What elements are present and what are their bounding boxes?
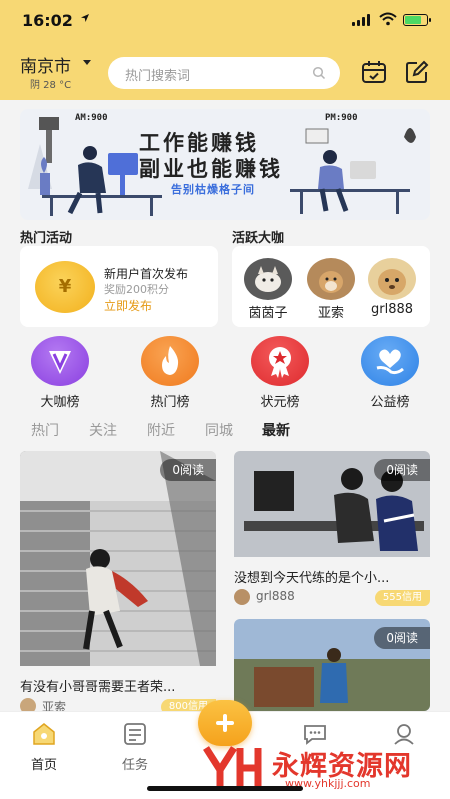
edit-icon[interactable] [404, 60, 430, 84]
post-image [20, 451, 216, 666]
post-author: grl888 [256, 589, 295, 603]
calendar-icon[interactable] [361, 60, 387, 84]
expert-name: grl888 [370, 302, 414, 317]
active-experts-title: 活跃大咖 [232, 231, 285, 246]
expert-name: 茵茵子 [248, 306, 288, 321]
post-card[interactable]: 0阅读 没想到今天代练的是个小... grl888 555信用 [234, 451, 430, 606]
caret-down-icon[interactable] [83, 60, 91, 65]
wifi-icon [379, 12, 397, 26]
banner-pm-label: PM:900 [325, 113, 358, 123]
expert-user[interactable]: 亚索 [305, 258, 357, 321]
rank-label: 状元榜 [260, 395, 300, 410]
expert-user[interactable]: grl888 [366, 258, 418, 317]
banner-am-label: AM:900 [75, 113, 108, 123]
heart-hand-icon [361, 336, 419, 386]
active-experts-card: 茵茵子 亚索 grl888 [232, 246, 430, 327]
avatar [368, 258, 416, 300]
publish-now-link[interactable]: 立即发布 [104, 297, 152, 314]
tab-following[interactable]: 关注 [89, 420, 117, 440]
new-user-activity-card[interactable]: ¥ 新用户首次发布 奖励200积分 立即发布 [20, 246, 218, 327]
tab-nearby[interactable]: 附近 [147, 420, 175, 440]
rank-charity-button[interactable]: 公益榜 [358, 336, 422, 410]
flame-icon [141, 336, 199, 386]
city-selector[interactable]: 南京市 [20, 52, 71, 77]
author-avatar [234, 589, 250, 605]
status-time: 16:02 [22, 11, 73, 30]
create-post-button[interactable] [198, 700, 252, 746]
rank-label: 大咖榜 [40, 395, 80, 410]
expert-name: 亚索 [317, 306, 344, 321]
task-icon [124, 723, 146, 745]
home-icon [33, 723, 55, 745]
message-icon [304, 725, 326, 745]
watermark-logo [203, 746, 262, 790]
location-arrow-icon [81, 14, 89, 22]
read-count: 0阅读 [374, 459, 430, 481]
coin-icon: ¥ [35, 261, 95, 313]
rank-champion-button[interactable]: 状元榜 [248, 336, 312, 410]
read-count: 0阅读 [160, 459, 216, 481]
credit-badge: 555信用 [374, 590, 430, 606]
activity-title: 新用户首次发布 [104, 267, 189, 281]
nav-label: 首页 [30, 758, 57, 773]
post-title: 没想到今天代练的是个小... [234, 571, 390, 586]
post-card[interactable]: 0阅读 [234, 619, 430, 711]
v-icon [31, 336, 89, 386]
nav-home[interactable]: 首页 [14, 722, 74, 773]
nav-tasks[interactable]: 任务 [105, 722, 165, 773]
read-count: 0阅读 [374, 627, 430, 649]
status-bar: 16:02 [0, 0, 450, 40]
expert-user[interactable]: 茵茵子 [242, 258, 294, 321]
profile-icon [394, 724, 414, 745]
home-indicator [147, 786, 303, 791]
promo-banner[interactable]: AM:900 PM:900 工作能赚钱 副业也能赚钱 告别枯燥格子间 [20, 109, 430, 220]
tab-latest[interactable]: 最新 [262, 420, 290, 440]
signal-icon [352, 14, 370, 26]
avatar [307, 258, 355, 300]
weather-text: 阴 28 °C [30, 80, 72, 91]
nav-label: 任务 [121, 758, 148, 773]
rank-label: 热门榜 [150, 395, 190, 410]
rank-experts-button[interactable]: 大咖榜 [28, 336, 92, 410]
post-card[interactable]: 0阅读 有没有小哥哥需要王者荣... 亚索 800信用 [20, 451, 216, 713]
rank-hot-button[interactable]: 热门榜 [138, 336, 202, 410]
activity-reward: 奖励200积分 [104, 283, 169, 296]
tab-same-city[interactable]: 同城 [205, 420, 233, 440]
post-title: 有没有小哥哥需要王者荣... [20, 680, 176, 695]
hot-activity-title: 热门活动 [20, 231, 73, 246]
banner-headline-2: 副业也能赚钱 [139, 157, 283, 181]
medal-icon [251, 336, 309, 386]
search-icon [312, 66, 326, 80]
battery-icon [403, 14, 431, 26]
avatar [244, 258, 292, 300]
search-placeholder: 热门搜索词 [125, 69, 191, 84]
tab-hot[interactable]: 热门 [31, 420, 59, 440]
rank-label: 公益榜 [370, 395, 410, 410]
banner-tagline: 告别枯燥格子间 [171, 183, 255, 196]
search-input[interactable]: 热门搜索词 [108, 57, 340, 89]
